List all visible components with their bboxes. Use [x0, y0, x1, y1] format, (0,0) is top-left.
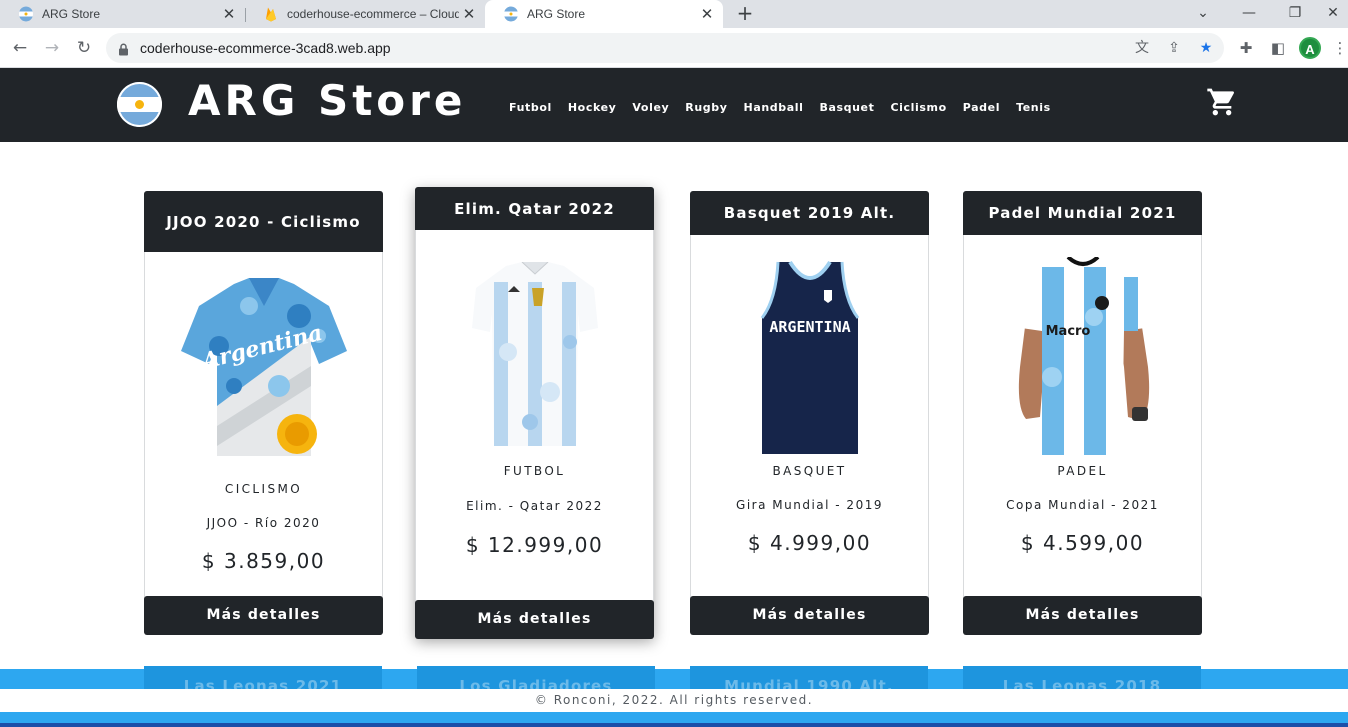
- product-card: JJOO 2020 - Ciclismo Argentina CICLISMO …: [144, 191, 383, 635]
- card-category: FUTBOL: [503, 464, 566, 478]
- kebab-menu-icon[interactable]: ⋮: [1332, 38, 1348, 58]
- browser-tab[interactable]: coderhouse-ecommerce – Cloud ✕: [245, 0, 485, 28]
- extensions-puzzle-icon[interactable]: ✚: [1236, 38, 1256, 58]
- basketball-jersey-image[interactable]: ARGENTINA: [691, 260, 928, 456]
- card-price: $ 4.999,00: [747, 531, 872, 555]
- bookmark-star-icon[interactable]: ★: [1197, 39, 1215, 57]
- side-panel-icon[interactable]: ◧: [1268, 38, 1288, 58]
- forward-arrow-icon[interactable]: →: [40, 36, 64, 60]
- shopping-cart-icon[interactable]: [1206, 86, 1238, 118]
- reload-icon[interactable]: ↻: [72, 36, 96, 60]
- site-header: ARG Store Futbol Hockey Voley Rugby Hand…: [0, 68, 1348, 142]
- next-row-card-peek[interactable]: Las Leonas 2021: [144, 666, 382, 691]
- next-row-card-peek[interactable]: Los Gladiadores: [417, 666, 655, 691]
- more-details-button[interactable]: Más detalles: [415, 600, 654, 639]
- share-icon[interactable]: ⇪: [1165, 39, 1183, 57]
- browser-toolbar: ← → ↻ coderhouse-ecommerce-3cad8.web.app…: [0, 28, 1348, 68]
- card-title: Elim. Qatar 2022: [415, 187, 654, 230]
- category-nav: Futbol Hockey Voley Rugby Handball Basqu…: [509, 101, 1067, 114]
- card-price: $ 4.599,00: [1020, 531, 1145, 555]
- tab-search-chevron-icon[interactable]: ⌄: [1180, 0, 1226, 28]
- card-title: JJOO 2020 - Ciclismo: [144, 191, 383, 252]
- argentina-flag-favicon-icon: [18, 6, 34, 22]
- padel-jersey-image[interactable]: Macro: [964, 257, 1201, 455]
- restore-icon[interactable]: ❐: [1272, 0, 1318, 28]
- argentina-flag-logo-icon[interactable]: [117, 82, 162, 127]
- nav-item-ciclismo[interactable]: Ciclismo: [890, 101, 946, 114]
- tab-title: coderhouse-ecommerce – Cloud: [287, 7, 459, 21]
- translate-icon[interactable]: 文: [1133, 39, 1151, 57]
- new-tab-icon[interactable]: +: [734, 3, 756, 25]
- tab-title: ARG Store: [527, 7, 586, 21]
- more-details-button[interactable]: Más detalles: [690, 596, 929, 635]
- next-row-card-peek[interactable]: Las Leonas 2018: [963, 666, 1201, 691]
- more-details-button[interactable]: Más detalles: [963, 596, 1202, 635]
- lock-icon: [118, 41, 129, 56]
- nav-item-futbol[interactable]: Futbol: [509, 101, 552, 114]
- close-tab-icon[interactable]: ✕: [219, 5, 239, 23]
- product-card: Elim. Qatar 2022 FUTBOL Elim. - Qatar 20…: [415, 187, 654, 639]
- card-category: PADEL: [1057, 464, 1108, 478]
- nav-item-basquet[interactable]: Basquet: [820, 101, 875, 114]
- next-row-card-peek[interactable]: Mundial 1990 Alt.: [690, 666, 928, 691]
- card-title: Padel Mundial 2021: [963, 191, 1202, 235]
- card-price: $ 12.999,00: [465, 533, 604, 557]
- back-arrow-icon[interactable]: ←: [8, 36, 32, 60]
- card-name: Copa Mundial - 2021: [1006, 498, 1159, 512]
- tab-title: ARG Store: [42, 7, 101, 21]
- page-viewport: ARG Store Futbol Hockey Voley Rugby Hand…: [0, 68, 1348, 727]
- jersey-print-text: Macro: [1045, 324, 1090, 339]
- minimize-icon[interactable]: —: [1226, 0, 1272, 28]
- more-details-button[interactable]: Más detalles: [144, 596, 383, 635]
- nav-item-handball[interactable]: Handball: [744, 101, 804, 114]
- nav-item-padel[interactable]: Padel: [963, 101, 1000, 114]
- nav-item-tenis[interactable]: Tenis: [1016, 101, 1051, 114]
- nav-item-rugby[interactable]: Rugby: [685, 101, 727, 114]
- card-category: CICLISMO: [224, 482, 303, 496]
- argentina-flag-favicon-icon: [503, 6, 519, 22]
- card-title: Basquet 2019 Alt.: [690, 191, 929, 235]
- product-card: Basquet 2019 Alt. ARGENTINA BASQUET Gira…: [690, 191, 929, 635]
- cycling-jersey-image[interactable]: Argentina: [145, 276, 382, 462]
- close-tab-icon[interactable]: ✕: [697, 5, 717, 23]
- address-bar[interactable]: coderhouse-ecommerce-3cad8.web.app 文 ⇪ ★: [106, 33, 1224, 63]
- url-text: coderhouse-ecommerce-3cad8.web.app: [140, 40, 391, 56]
- nav-item-voley[interactable]: Voley: [632, 101, 669, 114]
- jersey-print-text: ARGENTINA: [769, 318, 850, 336]
- footer-copyright: © Ronconi, 2022. All rights reserved.: [534, 693, 814, 707]
- card-price: $ 3.859,00: [201, 549, 326, 573]
- brand-title[interactable]: ARG Store: [188, 76, 466, 125]
- browser-tab[interactable]: ARG Store ✕: [0, 0, 245, 28]
- close-tab-icon[interactable]: ✕: [459, 5, 479, 23]
- card-name: Elim. - Qatar 2022: [466, 499, 603, 513]
- profile-avatar[interactable]: A: [1299, 37, 1321, 59]
- browser-tab-active[interactable]: ARG Store ✕: [485, 0, 723, 28]
- football-jersey-image[interactable]: [416, 262, 653, 450]
- product-card: Padel Mundial 2021 Macro PADEL Copa Mund…: [963, 191, 1202, 635]
- close-window-icon[interactable]: ✕: [1318, 0, 1348, 28]
- card-category: BASQUET: [772, 464, 847, 478]
- card-name: Gira Mundial - 2019: [736, 498, 883, 512]
- browser-tabstrip: ARG Store ✕ coderhouse-ecommerce – Cloud…: [0, 0, 1348, 28]
- card-name: JJOO - Río 2020: [206, 516, 321, 530]
- firebase-icon: [263, 6, 279, 22]
- footer-divider: [0, 723, 1348, 727]
- nav-item-hockey[interactable]: Hockey: [568, 101, 617, 114]
